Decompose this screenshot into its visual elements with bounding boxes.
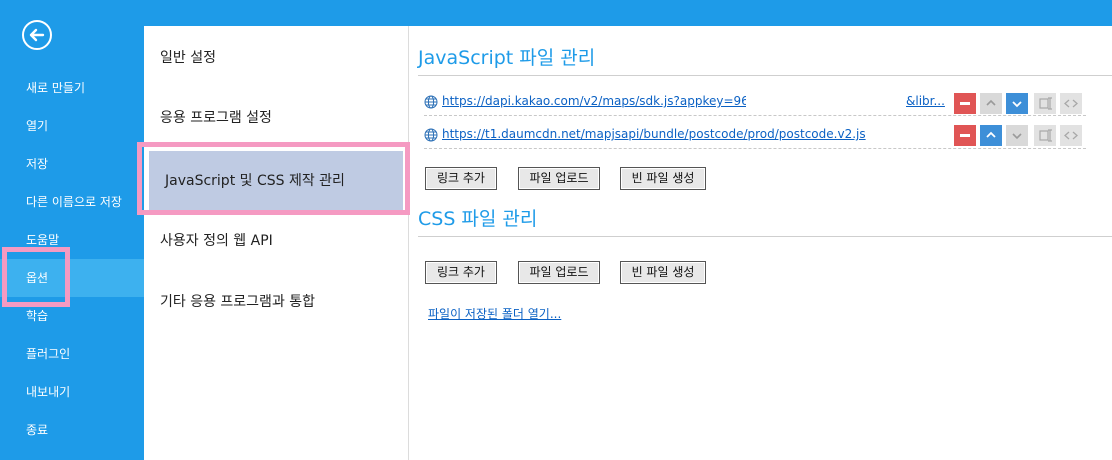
globe-icon	[424, 128, 438, 142]
remove-file-button[interactable]	[954, 93, 976, 114]
globe-icon	[424, 95, 438, 109]
js-file-row: https://t1.daumcdn.net/mapjsapi/bundle/p…	[424, 124, 1086, 149]
js-file-link[interactable]: https://dapi.kakao.com/v2/maps/sdk.js?ap…	[442, 94, 746, 108]
js-section-title: JavaScript 파일 관리	[418, 47, 596, 69]
chevron-down-icon	[1012, 101, 1022, 108]
highlight-box-js-css	[137, 142, 410, 215]
back-button[interactable]	[22, 20, 52, 50]
open-folder-link[interactable]: 파일이 저장된 폴더 열기...	[428, 305, 561, 322]
menu-item-web-api[interactable]: 사용자 정의 웹 API	[144, 211, 408, 271]
js-file-link[interactable]: https://t1.daumcdn.net/mapjsapi/bundle/p…	[442, 127, 866, 141]
css-section-divider	[418, 236, 1112, 237]
js-section-divider	[418, 75, 1112, 76]
js-new-file-button[interactable]: 빈 파일 생성	[620, 167, 706, 190]
menu-item-app-settings[interactable]: 응용 프로그램 설정	[144, 88, 408, 148]
sidebar-item-open[interactable]: 열기	[0, 107, 144, 145]
css-new-file-button[interactable]: 빈 파일 생성	[620, 261, 706, 284]
chevron-up-icon	[986, 99, 996, 106]
sidebar-item-save-as[interactable]: 다른 이름으로 저장	[0, 183, 144, 221]
edit-file-button[interactable]	[1034, 125, 1056, 146]
backstage-sidebar: 새로 만들기 열기 저장 다른 이름으로 저장 도움말 옵션 학습 플러그인 내…	[0, 0, 144, 460]
chevron-down-icon	[1012, 133, 1022, 140]
js-add-link-button[interactable]: 링크 추가	[425, 167, 497, 190]
code-brackets-icon	[1064, 99, 1078, 108]
css-upload-file-button[interactable]: 파일 업로드	[518, 261, 600, 284]
options-menu: 일반 설정 응용 프로그램 설정 JavaScript 및 CSS 제작 관리 …	[144, 26, 409, 460]
menu-item-integration[interactable]: 기타 응용 프로그램과 통합	[144, 272, 408, 332]
js-file-row: https://dapi.kakao.com/v2/maps/sdk.js?ap…	[424, 91, 1086, 116]
js-upload-file-button[interactable]: 파일 업로드	[518, 167, 600, 190]
sidebar-item-plugins[interactable]: 플러그인	[0, 335, 144, 373]
sidebar-item-new[interactable]: 새로 만들기	[0, 69, 144, 107]
back-arrow-icon	[29, 28, 45, 42]
move-down-button[interactable]	[1006, 93, 1028, 114]
view-code-button[interactable]	[1060, 93, 1082, 114]
chevron-up-icon	[986, 131, 996, 138]
text-cursor-icon	[1039, 97, 1052, 110]
edit-file-button[interactable]	[1034, 93, 1056, 114]
move-down-button[interactable]	[1006, 125, 1028, 146]
move-up-button[interactable]	[980, 125, 1002, 146]
minus-icon	[960, 134, 970, 137]
view-code-button[interactable]	[1060, 125, 1082, 146]
js-file-link-suffix[interactable]: &libr...	[906, 94, 945, 108]
text-cursor-icon	[1039, 129, 1052, 142]
remove-file-button[interactable]	[954, 125, 976, 146]
css-section-title: CSS 파일 관리	[418, 208, 538, 230]
move-up-button[interactable]	[980, 93, 1002, 114]
title-bar	[144, 0, 1112, 26]
sidebar-item-exit[interactable]: 종료	[0, 411, 144, 449]
highlight-box-options	[2, 247, 70, 307]
css-add-link-button[interactable]: 링크 추가	[425, 261, 497, 284]
menu-item-general[interactable]: 일반 설정	[144, 28, 408, 88]
minus-icon	[960, 102, 970, 105]
sidebar-item-save[interactable]: 저장	[0, 145, 144, 183]
code-brackets-icon	[1064, 131, 1078, 140]
sidebar-item-export[interactable]: 내보내기	[0, 373, 144, 411]
